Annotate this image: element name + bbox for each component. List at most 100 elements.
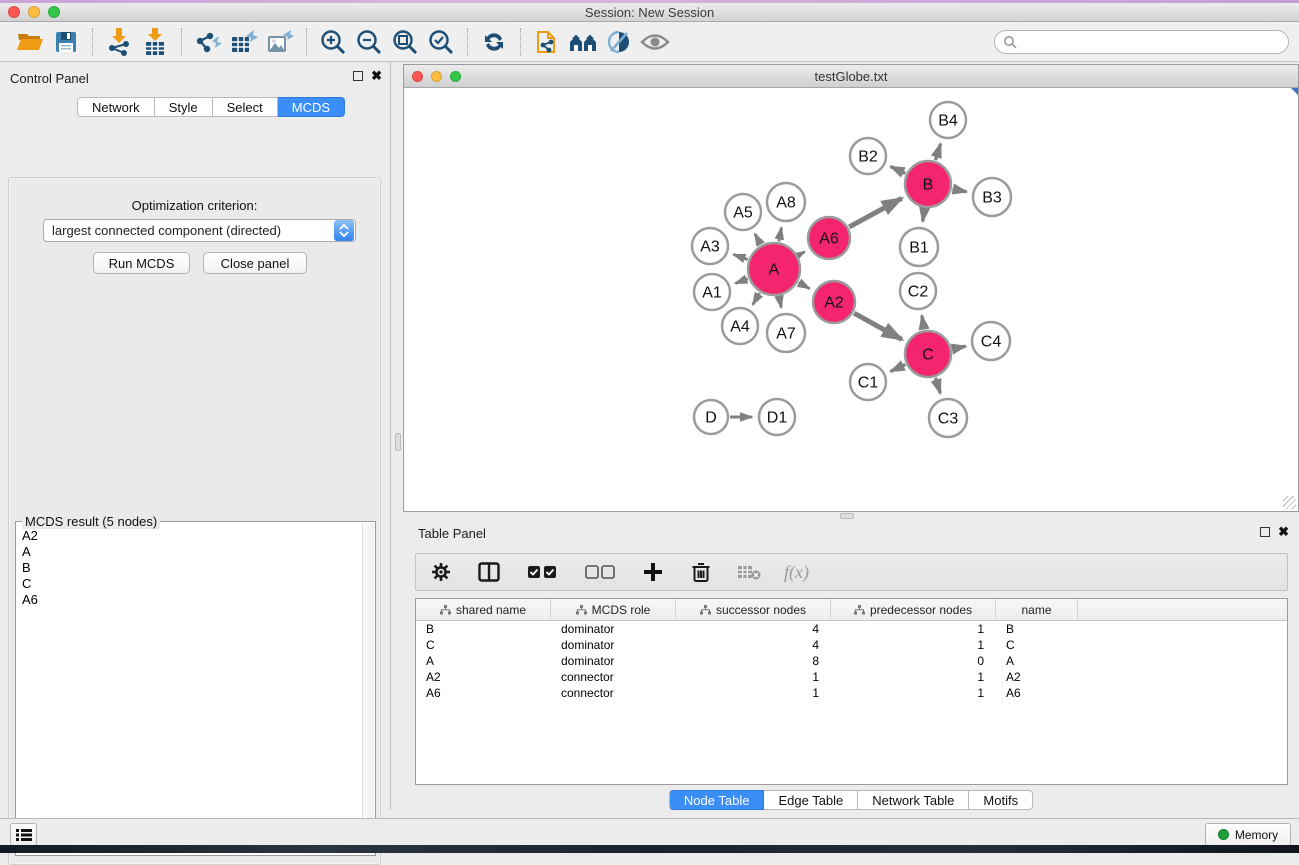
column-header-shared-name[interactable]: shared name	[416, 599, 551, 620]
tab-edge-table[interactable]: Edge Table	[764, 790, 858, 810]
node-C2[interactable]: C2	[900, 273, 936, 309]
edge-C-C4[interactable]	[952, 346, 965, 349]
search-field[interactable]	[1017, 32, 1288, 52]
node-table[interactable]: shared nameMCDS rolesuccessor nodesprede…	[415, 598, 1288, 785]
result-item[interactable]: A2	[17, 528, 361, 544]
result-item[interactable]: B	[17, 560, 361, 576]
table-row[interactable]: Adominator80A	[416, 653, 1287, 669]
first-neighbors-icon[interactable]	[565, 26, 601, 58]
edge-A-A8[interactable]	[779, 228, 781, 242]
select-all-rows-icon[interactable]	[524, 559, 560, 585]
node-C[interactable]: C	[905, 331, 951, 377]
mcds-result-list[interactable]: A2ABCA6	[17, 528, 361, 854]
edge-B-B2[interactable]	[891, 167, 906, 174]
column-header-predecessor-nodes[interactable]: predecessor nodes	[831, 599, 996, 620]
table-settings-icon[interactable]	[428, 559, 454, 585]
close-panel-icon[interactable]: ✖	[371, 71, 382, 81]
tab-network-table[interactable]: Network Table	[858, 790, 969, 810]
node-B2[interactable]: B2	[850, 138, 886, 174]
search-input[interactable]	[994, 30, 1289, 54]
resize-grip-icon[interactable]	[1283, 496, 1296, 509]
export-image-icon[interactable]	[262, 26, 298, 58]
tab-node-table[interactable]: Node Table	[669, 790, 765, 810]
run-mcds-button[interactable]: Run MCDS	[93, 252, 190, 274]
zoom-fit-icon[interactable]	[387, 26, 423, 58]
edge-A6-B[interactable]	[849, 198, 901, 227]
refresh-icon[interactable]	[476, 26, 512, 58]
zoom-in-icon[interactable]	[315, 26, 351, 58]
function-builder-icon[interactable]: f(x)	[784, 562, 809, 583]
edge-B-B1[interactable]	[923, 209, 925, 222]
float-panel-icon[interactable]	[353, 71, 363, 81]
close-table-panel-icon[interactable]: ✖	[1278, 527, 1289, 537]
vertical-splitter-handle[interactable]	[395, 433, 401, 451]
table-row[interactable]: Cdominator41C	[416, 637, 1287, 653]
show-column-panel-icon[interactable]	[476, 559, 502, 585]
result-item[interactable]: A6	[17, 592, 361, 608]
table-row[interactable]: Bdominator41B	[416, 621, 1287, 637]
float-table-panel-icon[interactable]	[1260, 527, 1270, 537]
node-A6[interactable]: A6	[808, 217, 850, 259]
tab-style[interactable]: Style	[155, 97, 213, 117]
edge-C-C3[interactable]	[935, 378, 940, 393]
optimization-criterion-select[interactable]: largest connected component (directed)	[43, 219, 356, 242]
edge-A-A1[interactable]	[735, 279, 747, 284]
network-canvas[interactable]: AA6A2BCA5A8A3A1A4A7B2B4B3B1C2C4C1C3DD1	[404, 88, 1298, 511]
edge-A-A2[interactable]	[799, 282, 810, 288]
zoom-selected-icon[interactable]	[423, 26, 459, 58]
import-network-icon[interactable]	[101, 26, 137, 58]
node-C1[interactable]: C1	[850, 364, 886, 400]
deselect-all-rows-icon[interactable]	[582, 559, 618, 585]
node-B4[interactable]: B4	[930, 102, 966, 138]
table-row[interactable]: A6connector11A6	[416, 685, 1287, 701]
column-header-successor-nodes[interactable]: successor nodes	[676, 599, 831, 620]
edge-A-A5[interactable]	[755, 234, 761, 244]
memory-button[interactable]: Memory	[1205, 823, 1291, 846]
node-A1[interactable]: A1	[694, 274, 730, 310]
node-A[interactable]: A	[748, 243, 800, 295]
edge-C-C2[interactable]	[922, 316, 924, 330]
edge-A-A7[interactable]	[779, 297, 781, 308]
new-network-icon[interactable]	[529, 26, 565, 58]
export-table-icon[interactable]	[226, 26, 262, 58]
edge-A-A4[interactable]	[753, 293, 760, 304]
delete-column-icon[interactable]	[688, 559, 714, 585]
column-header-mcds-role[interactable]: MCDS role	[551, 599, 676, 620]
tab-motifs[interactable]: Motifs	[969, 790, 1033, 810]
edge-B-B3[interactable]	[952, 189, 966, 192]
node-C3[interactable]: C3	[929, 399, 967, 437]
show-hide-icon[interactable]	[637, 26, 673, 58]
save-session-icon[interactable]	[48, 26, 84, 58]
edge-A-A3[interactable]	[734, 254, 748, 259]
create-column-icon[interactable]	[640, 559, 666, 585]
node-A8[interactable]: A8	[767, 183, 805, 221]
graphics-details-icon[interactable]	[601, 26, 637, 58]
result-scrollbar[interactable]	[362, 523, 374, 854]
edge-A-A6[interactable]	[798, 252, 804, 256]
import-table-icon[interactable]	[137, 26, 173, 58]
node-A2[interactable]: A2	[813, 281, 855, 323]
node-B3[interactable]: B3	[973, 178, 1011, 216]
result-item[interactable]: A	[17, 544, 361, 560]
node-D[interactable]: D	[694, 400, 728, 434]
tab-network[interactable]: Network	[77, 97, 155, 117]
tab-select[interactable]: Select	[213, 97, 278, 117]
node-D1[interactable]: D1	[759, 399, 795, 435]
task-history-icon[interactable]	[10, 823, 37, 846]
zoom-out-icon[interactable]	[351, 26, 387, 58]
node-A4[interactable]: A4	[722, 308, 758, 344]
edge-C-C1[interactable]	[891, 365, 906, 372]
edge-A2-C[interactable]	[854, 313, 902, 339]
node-A5[interactable]: A5	[725, 194, 761, 230]
tab-mcds[interactable]: MCDS	[278, 97, 345, 117]
node-A7[interactable]: A7	[767, 314, 805, 352]
table-row[interactable]: A2connector11A2	[416, 669, 1287, 685]
node-B1[interactable]: B1	[900, 228, 938, 266]
export-network-icon[interactable]	[190, 26, 226, 58]
edge-B-B4[interactable]	[935, 144, 940, 160]
close-panel-button[interactable]: Close panel	[203, 252, 307, 274]
node-A3[interactable]: A3	[692, 228, 728, 264]
result-item[interactable]: C	[17, 576, 361, 592]
horizontal-splitter-handle[interactable]	[840, 513, 854, 519]
open-file-icon[interactable]	[12, 26, 48, 58]
